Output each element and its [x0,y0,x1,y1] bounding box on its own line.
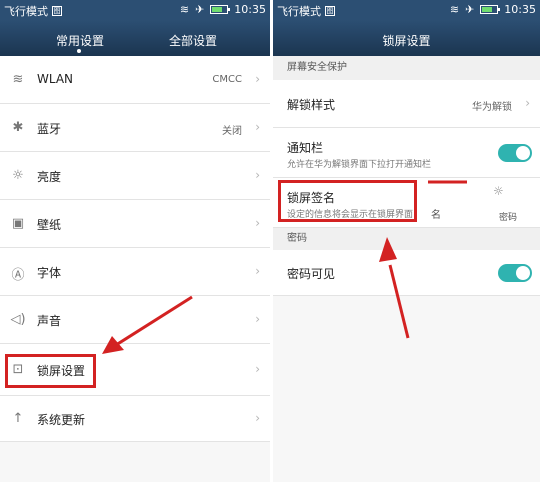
annotation-arrow [379,180,467,339]
common-settings-screen: 飞行模式 图 ≋ ✈ 10:35 常用设置 全部设置 ≋ WLAN CMCC ›… [0,0,270,482]
annotation-arrow [102,295,193,354]
lock-screen-settings-screen: 飞行模式 图 ≋ ✈ 10:35 锁屏设置 屏幕安全保护 解锁样式 华为解锁 ›… [273,0,540,482]
